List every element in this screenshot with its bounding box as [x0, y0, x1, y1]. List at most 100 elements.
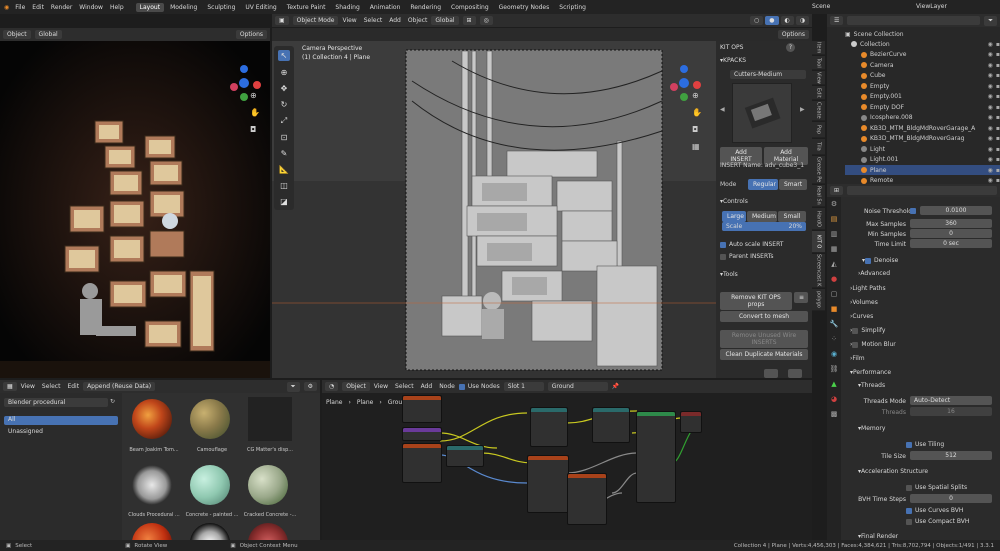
menu-window[interactable]: Window [79, 4, 103, 11]
threads-mode-dropdown[interactable]: Auto-Detect [910, 396, 992, 405]
outliner-row[interactable]: Light ◉ ▪ [845, 144, 1000, 154]
kpacks-header[interactable]: ▾ KPACKS [720, 57, 746, 64]
asset-menu-edit[interactable]: Edit [67, 383, 79, 390]
rendered-shading-icon[interactable]: ◑ [795, 16, 809, 25]
sidebar-tab-tila[interactable]: Tila [812, 139, 825, 155]
catalog-unassigned-item[interactable]: Unassigned [8, 428, 43, 435]
scale-tool-icon[interactable]: ⤢ [281, 116, 287, 126]
node-image-texture-b[interactable] [527, 455, 569, 513]
render-camera-icon[interactable]: ▪ [996, 167, 1000, 174]
compact-bvh-checkbox[interactable]: Use Compact BVH [906, 518, 969, 525]
workspace-tab-scripting[interactable]: Scripting [555, 3, 590, 12]
viewlayer-label[interactable]: ViewLayer [916, 3, 947, 10]
node-menu-view[interactable]: View [374, 383, 388, 390]
sidebar-tab-create[interactable]: Create [812, 101, 825, 121]
workspace-tab-rendering[interactable]: Rendering [406, 3, 445, 12]
tools-header[interactable]: ▾ Tools [720, 271, 738, 278]
outliner-row[interactable]: Empty.001 ◉ ▪ [845, 92, 1000, 102]
viewport-menu-select[interactable]: Select [364, 17, 383, 24]
left-orientation-dropdown[interactable]: Global [34, 30, 62, 39]
advanced-panel[interactable]: › Advanced [858, 270, 890, 277]
mode-smart-button[interactable]: Smart [779, 179, 807, 190]
node-image-texture-a[interactable] [402, 443, 442, 483]
visibility-eye-icon[interactable]: ◉ [988, 167, 993, 174]
render-camera-icon[interactable]: ▪ [996, 51, 1000, 58]
editor-type-icon[interactable]: ▣ [275, 16, 289, 25]
render-camera-icon[interactable]: ▪ [996, 156, 1000, 163]
outliner-row[interactable]: Camera ◉ ▪ [845, 60, 1000, 70]
sidebar-tab-polygo[interactable]: polygo [812, 289, 825, 311]
render-camera-icon[interactable]: ▪ [996, 72, 1000, 79]
physics-tab-icon[interactable]: ◉ [831, 350, 837, 358]
sidebar-tab-item[interactable]: Item [812, 41, 825, 55]
main-options-button[interactable]: Options [777, 30, 809, 39]
viewport-menu-object[interactable]: Object [408, 17, 428, 24]
outliner-row[interactable]: Empty DOF ◉ ▪ [845, 102, 1000, 112]
slot-dropdown[interactable]: Slot 1 [503, 382, 544, 391]
remove-unused-wire-button[interactable]: Remove Unused Wire INSERTS [720, 330, 808, 348]
render-camera-icon[interactable]: ▪ [996, 146, 1000, 153]
visibility-eye-icon[interactable]: ◉ [988, 156, 993, 163]
parent-inserts-checkbox[interactable]: Parent INSERTs [720, 253, 774, 260]
proportional-edit-icon[interactable]: ◎ [479, 16, 493, 25]
size-large-button[interactable]: Large [722, 211, 746, 222]
kitops-help-icon[interactable] [788, 369, 802, 378]
snap-icon[interactable]: ⊞ [462, 16, 476, 25]
asset-thumb-beam[interactable] [132, 399, 172, 439]
workspace-tab-layout[interactable]: Layout [135, 2, 165, 12]
left-mode-dropdown[interactable]: Object [3, 30, 31, 39]
visibility-eye-icon[interactable]: ◉ [988, 41, 993, 48]
pin-icon[interactable]: 📌 [612, 383, 619, 390]
data-tab-icon[interactable]: ▲ [831, 380, 836, 388]
node-mix-b[interactable] [592, 407, 630, 443]
camera-view-icon[interactable]: ◘ [692, 125, 702, 134]
asset-thumb-row3-a[interactable] [132, 523, 172, 540]
outliner-row[interactable]: Light.001 ◉ ▪ [845, 155, 1000, 165]
denoise-panel[interactable]: ▾ Denoise [862, 257, 898, 264]
sidebar-tab-screencast-k[interactable]: Screencast K [812, 254, 825, 288]
workspace-tab-animation[interactable]: Animation [366, 3, 405, 12]
scene-label[interactable]: Scene [812, 3, 830, 10]
node-menu-add[interactable]: Add [421, 383, 433, 390]
blender-logo-icon[interactable]: ◉ [4, 4, 9, 11]
left-options-button[interactable]: Options [235, 30, 267, 39]
bevel-tool-icon[interactable]: ◪ [280, 197, 288, 206]
output-tab-icon[interactable]: ▥ [831, 230, 838, 238]
mode-dropdown[interactable]: Object Mode [292, 16, 339, 25]
light-paths-panel[interactable]: › Light Paths [850, 285, 886, 292]
render-camera-icon[interactable]: ▪ [996, 135, 1000, 142]
outliner-row[interactable]: Icosphere.008 ◉ ▪ [845, 113, 1000, 123]
render-camera-icon[interactable]: ▪ [996, 41, 1000, 48]
simplify-panel[interactable]: › Simplify [850, 327, 885, 334]
collection-tab-icon[interactable]: ▢ [831, 290, 838, 298]
max-samples-field[interactable]: 360 [910, 219, 992, 228]
properties-type-icon[interactable]: ⊞ [830, 186, 844, 195]
refresh-library-icon[interactable]: ↻ [110, 398, 115, 405]
menu-help[interactable]: Help [110, 4, 124, 11]
next-thumbnail-icon[interactable]: ▶ [800, 106, 805, 113]
kpack-dropdown[interactable]: Cutters-Medium [730, 70, 806, 79]
render-camera-icon[interactable]: ▪ [996, 62, 1000, 69]
constraints-tab-icon[interactable]: ⛓ [830, 365, 839, 373]
workspace-tab-shading[interactable]: Shading [331, 3, 363, 12]
asset-editor-type-icon[interactable]: ▦ [3, 382, 17, 391]
world-tab-icon[interactable]: ● [831, 275, 837, 283]
sidebar-tab-kit-o[interactable]: KIT O [812, 231, 825, 253]
render-tab-icon[interactable]: ▤ [831, 215, 838, 223]
asset-thumb-row3-c[interactable] [248, 523, 288, 540]
visibility-eye-icon[interactable]: ◉ [988, 114, 993, 121]
node-canvas[interactable]: Plane › Plane › Ground [322, 393, 812, 540]
pan-icon[interactable]: ✋ [250, 108, 260, 117]
node-color-ramp[interactable] [446, 445, 484, 467]
view-layer-tab-icon[interactable]: ▦ [831, 245, 838, 253]
node-principled-bsdf[interactable] [636, 411, 676, 503]
workspace-tab-texture-paint[interactable]: Texture Paint [283, 3, 330, 12]
help-icon[interactable]: ? [786, 43, 795, 52]
viewport-menu-view[interactable]: View [342, 17, 356, 24]
outliner-row[interactable]: BezierCurve ◉ ▪ [845, 50, 1000, 60]
workspace-tab-sculpting[interactable]: Sculpting [203, 3, 239, 12]
sidebar-tab-view[interactable]: View [812, 71, 825, 85]
asset-thumb-clouds[interactable] [132, 465, 172, 505]
material-shading-icon[interactable]: ◐ [780, 16, 794, 25]
sidebar-tab-grease-pe[interactable]: Grease Pe [812, 156, 825, 184]
